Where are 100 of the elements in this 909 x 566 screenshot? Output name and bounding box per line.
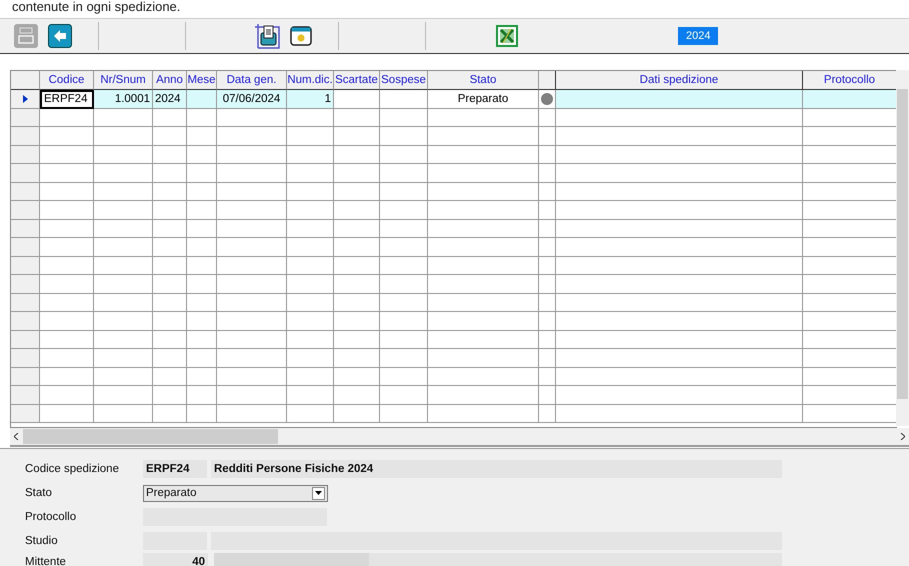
table-cell	[380, 330, 428, 349]
table-cell	[217, 127, 287, 146]
table-cell	[334, 90, 380, 108]
table-cell	[287, 127, 334, 146]
row-header[interactable]	[11, 90, 40, 108]
table-cell	[380, 201, 428, 220]
table-cell	[334, 312, 380, 330]
table-cell	[380, 294, 428, 312]
table-cell: 1.0001	[94, 90, 153, 108]
table-cell	[539, 201, 556, 220]
field-label: Protocollo	[25, 511, 78, 523]
table-cell	[380, 164, 428, 182]
table-cell	[539, 275, 556, 294]
dropdown-arrow-icon	[315, 491, 322, 495]
table-cell	[334, 386, 380, 404]
column-header[interactable]: Stato	[428, 71, 539, 90]
table-cell	[153, 312, 187, 330]
table-cell	[94, 294, 153, 312]
column-header[interactable]	[539, 71, 556, 90]
table-cell	[539, 127, 556, 146]
table-cell	[94, 312, 153, 330]
scroll-right-icon[interactable]	[900, 433, 905, 440]
table-cell	[187, 182, 217, 201]
table-cell	[287, 164, 334, 182]
table-cell	[539, 294, 556, 312]
status-dropdown[interactable]: Preparato	[143, 484, 328, 502]
table-cell	[94, 404, 153, 423]
table-cell	[217, 368, 287, 386]
column-header[interactable]: Scartate	[334, 71, 380, 90]
scroll-left-icon[interactable]	[14, 433, 19, 440]
table-cell	[40, 127, 94, 146]
table-cell	[187, 90, 217, 108]
table-cell	[217, 275, 287, 294]
table-cell	[94, 220, 153, 238]
table-cell	[380, 256, 428, 275]
table-cell	[380, 146, 428, 164]
field-label: Mittente	[25, 556, 67, 566]
table-cell	[187, 256, 217, 275]
table-cell	[187, 127, 217, 146]
table-cell	[287, 201, 334, 220]
horizontal-scrollbar[interactable]	[10, 428, 909, 447]
vertical-scrollbar[interactable]	[896, 70, 909, 426]
table-cell	[153, 256, 187, 275]
table-cell: 07/06/2024	[217, 90, 287, 108]
table-cell	[380, 127, 428, 146]
spreadsheet-icon[interactable]	[496, 25, 518, 47]
table-cell	[217, 349, 287, 368]
table-cell	[380, 182, 428, 201]
table-cell	[187, 238, 217, 256]
table-cell: 1	[287, 90, 334, 108]
table-cell	[187, 312, 217, 330]
table-cell	[94, 386, 153, 404]
table-cell	[40, 386, 94, 404]
table-cell	[539, 256, 556, 275]
table-cell	[217, 182, 287, 201]
column-header[interactable]: Codice	[40, 71, 94, 90]
table-cell	[94, 164, 153, 182]
table-cell	[153, 201, 187, 220]
table-cell	[539, 312, 556, 330]
table-cell	[187, 330, 217, 349]
table-cell	[94, 256, 153, 275]
table-cell	[217, 164, 287, 182]
table-cell	[334, 294, 380, 312]
code-field: ERPF24	[143, 460, 207, 478]
table-cell	[380, 386, 428, 404]
table-cell	[187, 146, 217, 164]
caption-text: contenute in ogni spedizione.	[12, 0, 180, 14]
table-cell	[539, 330, 556, 349]
document-tray-icon[interactable]	[254, 23, 280, 49]
table-cell	[380, 349, 428, 368]
table-cell	[380, 368, 428, 386]
table-cell	[287, 238, 334, 256]
table-cell	[40, 349, 94, 368]
table-cell	[287, 256, 334, 275]
table-cell	[187, 220, 217, 238]
table-cell	[334, 404, 380, 423]
table-cell	[94, 182, 153, 201]
table-cell	[217, 256, 287, 275]
table-cell	[380, 404, 428, 423]
table-cell	[94, 330, 153, 349]
table-cell	[334, 146, 380, 164]
year-badge[interactable]: 2024	[678, 27, 718, 45]
table-cell	[539, 182, 556, 201]
table-cell	[153, 294, 187, 312]
column-header[interactable]: Sospese	[380, 71, 428, 90]
table-cell	[334, 164, 380, 182]
table-cell	[334, 108, 380, 127]
table-cell	[40, 256, 94, 275]
table-cell	[153, 220, 187, 238]
table-cell	[217, 294, 287, 312]
table-cell	[153, 238, 187, 256]
table-cell	[40, 294, 94, 312]
table-cell	[334, 220, 380, 238]
table-cell	[217, 201, 287, 220]
table-cell	[153, 127, 187, 146]
table-cell	[153, 108, 187, 127]
table-cell	[94, 201, 153, 220]
table-cell	[217, 238, 287, 256]
table-cell	[539, 368, 556, 386]
table-cell	[380, 90, 428, 108]
